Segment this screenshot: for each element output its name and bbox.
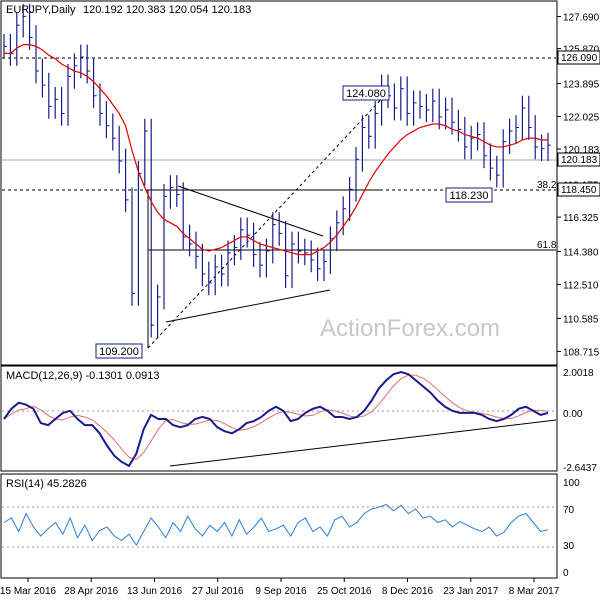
price-y-label: 114.380 [563,247,599,258]
macd-y-label: -2.6437 [563,463,597,474]
chart-window: ActionForex.com EURJPY,Daily 120.192 120… [0,0,600,600]
rsi-y-label: 0 [563,568,569,579]
watermark: ActionForex.com [320,315,500,342]
support-tag: 118.450 [557,182,600,197]
header-ohlc: 120.192 120.383 120.054 120.183 [83,4,251,16]
callout-pullback-group: 118.230 [445,187,493,203]
x-label: 28 Apr 2016 [64,586,118,597]
x-label: 23 Jan 2017 [443,586,498,597]
rsi-title: RSI(14) 45.2826 [6,478,87,490]
callout-low-label: 109.200 [99,346,139,358]
macd-title: MACD(12,26,9) -0.1301 0.0913 [6,370,159,382]
price-y-label: 110.585 [563,314,599,325]
x-label: 8 Dec 2016 [382,586,434,597]
price-y-label: 112.510 [563,280,599,291]
rsi-y-axis: 100 70 30 0 [563,478,580,579]
callout-pullback-label: 118.230 [450,190,489,202]
x-axis: 15 Mar 2016 28 Apr 2016 13 Jun 2016 27 Jul … [0,578,560,597]
x-label: 8 Mar 2017 [509,586,560,597]
x-label: 9 Sep 2016 [255,586,307,597]
x-label: 15 Mar 2016 [0,586,57,597]
macd-y-label: 0.00 [563,409,583,420]
resistance-tag: 126.090 [557,50,600,65]
current-price-tag-label: 120.183 [561,155,598,166]
price-y-label: 127.690 [563,13,600,24]
x-label: 27 Jul 2016 [192,586,244,597]
callout-high-label: 124.080 [346,88,386,100]
price-y-label: 108.715 [563,347,600,358]
current-price-tag: 120.183 [557,152,600,167]
macd-y-label: 2.0018 [563,368,594,379]
fib-382-label: 38.2 [537,180,557,191]
x-label: 25 Oct 2016 [317,586,372,597]
rsi-y-label: 70 [563,505,575,516]
chart-canvas: ActionForex.com EURJPY,Daily 120.192 120… [0,0,600,597]
resistance-tag-label: 126.090 [561,53,598,64]
rsi-y-label: 30 [563,541,575,552]
macd-y-axis: 2.0018 0.00 -2.6437 [563,368,597,474]
price-y-label: 116.325 [563,213,599,224]
price-y-label: 123.895 [563,80,600,91]
x-label: 13 Jun 2016 [127,586,182,597]
support-tag-label: 118.450 [561,185,597,196]
fib-618-label: 61.8 [537,240,557,251]
callout-high-group: 124.080 [342,85,390,101]
rsi-y-label: 100 [563,478,580,489]
callout-low-group: 109.200 [95,343,143,359]
price-panel-frame [0,0,558,366]
price-y-label: 122.025 [563,113,600,124]
